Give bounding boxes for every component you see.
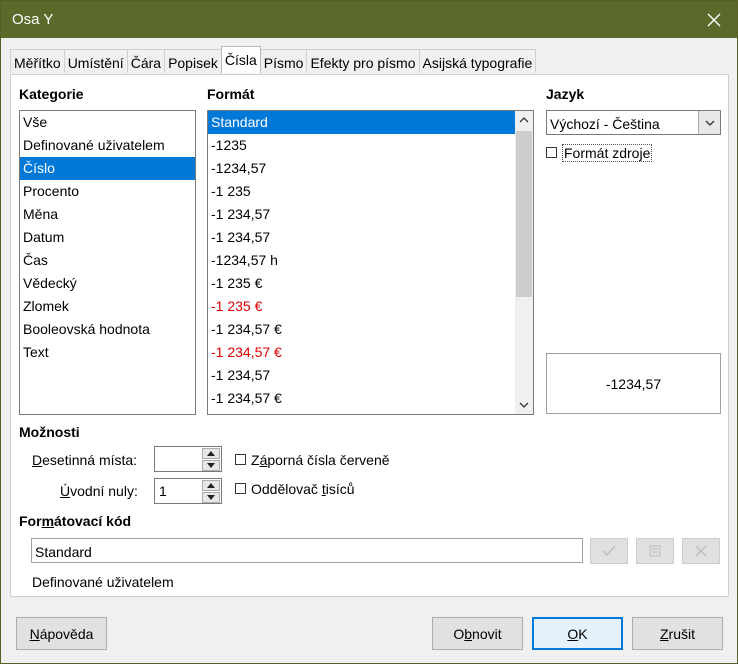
close-icon [707,13,721,26]
ok-button[interactable]: OK [532,617,623,650]
leading-zeros-stepper[interactable]: 1 [154,478,222,504]
title-bar: Osa Y [1,1,737,38]
triangle-down-icon [207,463,215,468]
scroll-down-button[interactable] [515,396,533,414]
chevron-down-icon [705,120,714,126]
reset-button[interactable]: Ob novit [432,617,523,650]
preview-value: -1234,57 [605,375,662,392]
language-label: Jazyk [546,86,585,102]
window-title: Osa Y [12,11,54,28]
edit-comment-button[interactable] [636,538,674,564]
category-list-item[interactable]: Datum [20,226,195,249]
add-format-button[interactable] [590,538,628,564]
cancel-button[interactable]: Zrušit [632,617,723,650]
delete-icon [695,545,707,557]
thousands-separator-checkbox[interactable] [235,483,246,494]
triangle-down-icon [207,495,215,500]
format-list-item[interactable]: -1 235 [208,180,516,203]
decimal-places-up-button[interactable] [202,448,220,459]
help-button[interactable]: Nápověda [16,617,107,650]
format-scrollbar[interactable] [515,111,533,414]
format-list-item[interactable]: -1 234,57 [208,364,516,387]
category-label: Kategorie [19,86,84,102]
tab-panel-numbers: Kategorie Vše Definované uživatelem Číslo P… [10,74,729,597]
language-combobox[interactable]: Výchozí - Čeština [546,110,721,135]
dialog-window: Osa Y Měřítko Umístění Čára Popisek Čísla Pís… [0,0,738,664]
negative-red-label: Záporná čísla červeně [251,452,390,468]
scroll-up-button[interactable] [515,111,533,129]
chevron-down-icon [519,402,529,408]
tab-6[interactable]: Efekty pro písmo [306,49,420,73]
leading-zeros-down-button[interactable] [202,492,220,503]
tab-1[interactable]: Umístění [63,49,128,73]
format-list-item[interactable]: -1 234,57 [208,203,516,226]
close-button[interactable] [691,1,737,38]
tab-strip: Měřítko Umístění Čára Popisek Čísla Písmo Efek… [10,46,537,73]
negative-red-checkbox[interactable] [235,454,246,465]
category-list-item[interactable]: Čas [20,249,195,272]
format-code-input[interactable]: Standard [31,538,583,563]
category-list-item[interactable]: Definované uživatelem [20,134,195,157]
language-dropdown-button[interactable] [698,111,720,134]
category-list-item[interactable]: Vše [20,111,195,134]
leading-zeros-label: Úvodní nuly: [60,483,138,499]
decimal-places-stepper[interactable] [154,446,222,472]
tab-0[interactable]: Měřítko [10,49,65,73]
format-listbox[interactable]: Standard -1235 -1234,57 -1 235 -1 234,57 -1 2… [207,110,534,415]
format-code-value: Standard [35,544,92,560]
scroll-thumb[interactable] [516,131,532,297]
format-list-item[interactable]: -1 234,57 € [208,387,516,410]
leading-zeros-value: 1 [159,483,167,499]
options-label: Možnosti [19,424,80,440]
thousands-separator-label: Oddělovač tisíců [251,481,355,497]
triangle-up-icon [207,451,215,456]
source-format-label: Formát zdroje [562,144,653,162]
category-list-item[interactable]: Procento [20,180,195,203]
format-list-item[interactable]: -1 234,57 € [208,341,516,364]
format-description: Definované uživatelem [32,574,174,590]
delete-format-button[interactable] [682,538,720,564]
tab-5[interactable]: Písmo [259,49,308,73]
format-list-item[interactable]: -1234,57 [208,157,516,180]
comment-icon [649,545,661,557]
format-list-item[interactable]: -1 234,57 [208,226,516,249]
tab-7[interactable]: Asijská typografie [418,49,537,73]
source-format-checkbox[interactable] [546,147,557,158]
checkmark-icon [602,545,616,557]
format-list-item[interactable]: Standard [208,111,516,134]
format-label: Formát [207,86,255,102]
category-list-item[interactable]: Text [20,341,195,364]
format-list-item[interactable]: -1235 [208,134,516,157]
category-list-item[interactable]: Měna [20,203,195,226]
category-list-item[interactable]: Booleovská hodnota [20,318,195,341]
tab-3[interactable]: Popisek [164,49,222,73]
chevron-up-icon [519,117,529,123]
triangle-up-icon [207,483,215,488]
format-list-item[interactable]: -1 235 € [208,295,516,318]
format-list-item[interactable]: -1 234,57 € [208,318,516,341]
tab-2[interactable]: Čára [126,49,166,73]
tab-4[interactable]: Čísla [220,46,261,73]
leading-zeros-up-button[interactable] [202,480,220,491]
category-listbox[interactable]: Vše Definované uživatelem Číslo Procento Měn… [19,110,196,415]
decimal-places-label: Desetinná místa: [32,452,138,468]
category-list-item[interactable]: Zlomek [20,295,195,318]
category-list-item[interactable]: Vědecký [20,272,195,295]
format-list-item[interactable]: -1234,57 h [208,249,516,272]
decimal-places-down-button[interactable] [202,460,220,471]
format-code-label: Formátovací kód [19,513,132,529]
format-preview: -1234,57 [546,353,721,414]
format-list-item[interactable]: -1 235 € [208,272,516,295]
category-list-item[interactable]: Číslo [20,157,195,180]
language-value: Výchozí - Čeština [550,116,660,132]
